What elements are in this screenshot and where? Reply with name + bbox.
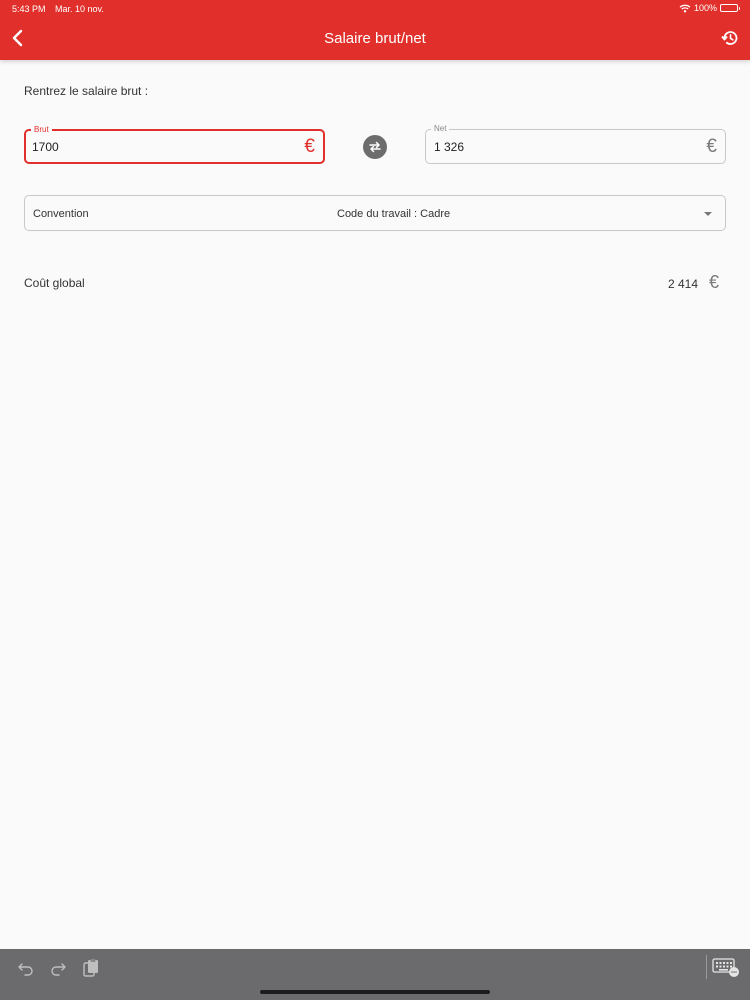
net-euro-icon: € (706, 136, 717, 157)
status-time: 5:43 PM (12, 4, 46, 14)
keyboard-icon (712, 958, 739, 977)
redo-icon (51, 963, 66, 976)
cost-euro-icon: € (709, 272, 720, 292)
form-prompt: Rentrez le salaire brut : (24, 84, 149, 98)
net-label: Net (431, 123, 450, 135)
keyboard-toolbar (0, 949, 750, 1000)
home-indicator (260, 990, 490, 994)
cost-value: 2 414 (668, 277, 699, 291)
brut-value[interactable]: 1700 (32, 140, 59, 154)
brut-label: Brut (31, 124, 52, 136)
undo-button[interactable] (16, 958, 36, 978)
net-value[interactable]: 1 326 (434, 140, 464, 154)
undo-icon (18, 963, 33, 976)
convention-select[interactable]: Convention Code du travail : Cadre (24, 195, 726, 231)
brut-euro-icon: € (304, 136, 315, 157)
paste-button[interactable] (81, 958, 101, 978)
battery-icon (720, 4, 740, 12)
keyboard-button[interactable] (712, 957, 740, 979)
history-icon (721, 31, 738, 45)
cost-label: Coût global (24, 276, 85, 290)
app-header: 5:43 PM Mar. 10 nov. 100% Salaire brut/n… (0, 0, 750, 60)
swap-button[interactable] (363, 135, 387, 159)
status-right: 100% (679, 3, 740, 13)
caret-down-icon (704, 212, 712, 216)
brut-field[interactable]: Brut 1700 € (24, 124, 325, 164)
paste-icon (83, 959, 98, 977)
convention-value: Code du travail : Cadre (337, 208, 451, 220)
net-field[interactable]: Net 1 326 € (425, 123, 726, 164)
status-date: Mar. 10 nov. (55, 4, 104, 14)
swap-icon (369, 141, 381, 153)
wifi-icon (679, 4, 691, 12)
page-title: Salaire brut/net (324, 30, 426, 47)
history-button[interactable] (720, 28, 740, 48)
battery-percent: 100% (693, 3, 717, 13)
redo-button[interactable] (48, 958, 68, 978)
toolbar-divider (706, 955, 707, 979)
convention-label: Convention (33, 208, 89, 220)
